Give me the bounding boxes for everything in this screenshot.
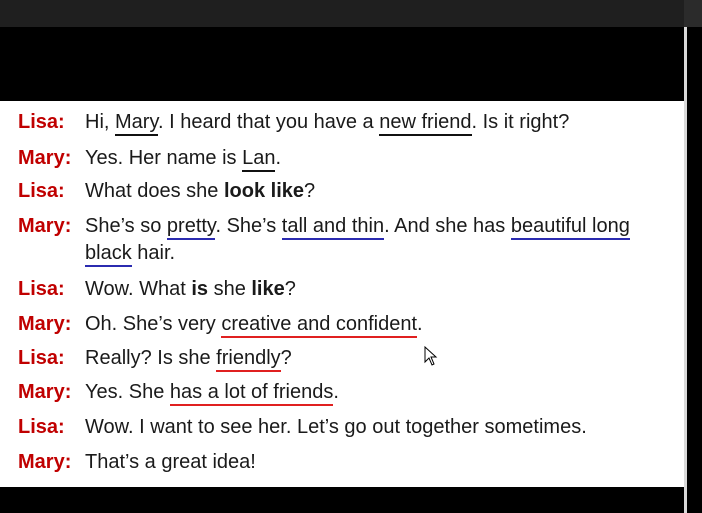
underlined-word: Mary (115, 111, 158, 136)
underlined-phrase: new friend (379, 111, 472, 136)
window-top-bar (0, 0, 702, 27)
mouse-pointer-icon (424, 346, 438, 366)
dialogue-slide: Lisa: Hi, Mary. I heard that you have a … (0, 101, 684, 487)
text-segment: Yes. She (85, 381, 170, 403)
text-segment: Oh. She’s very (85, 313, 222, 335)
speaker-label: Lisa: (18, 111, 65, 133)
bold-word: is (191, 278, 209, 300)
dialogue-text: Yes. Her name is Lan. (85, 141, 281, 175)
underlined-word: Lan (242, 147, 276, 172)
text-segment: What does she (85, 180, 224, 202)
text-segment: Yes. Her name is (85, 147, 243, 169)
dialogue-text: Yes. She has a lot of friends. (85, 375, 339, 409)
dialogue-text: Wow. I want to see her. Let’s go out tog… (85, 410, 587, 444)
text-segment: . (417, 313, 423, 335)
text-segment: . She’s (215, 215, 282, 237)
text-segment: Really? Is she (85, 347, 217, 369)
dialogue-text: Wow. What is she like? (85, 272, 296, 306)
speaker-label: Lisa: (18, 347, 65, 369)
speaker-label: Lisa: (18, 278, 65, 300)
speaker-label: Mary: (18, 313, 72, 335)
right-edge-divider (684, 27, 687, 513)
dialogue-text: Hi, Mary. I heard that you have a new fr… (85, 105, 569, 139)
underlined-phrase: beautiful long (510, 215, 630, 240)
text-segment: Hi, (85, 111, 115, 133)
speaker-label: Mary: (18, 451, 72, 473)
speaker-label: Mary: (18, 147, 72, 169)
speaker-label: Lisa: (18, 180, 65, 202)
text-segment: Wow. I want to see her. Let’s go out tog… (85, 416, 587, 438)
dialogue-text: What does she look like? (85, 174, 315, 208)
slide-bottom-letterbox (0, 487, 684, 513)
text-segment: hair. (131, 242, 176, 264)
underlined-word: friendly (216, 347, 281, 372)
text-segment: That’s a great idea! (85, 451, 256, 473)
text-segment: ? (284, 278, 296, 300)
underlined-word: black (85, 242, 132, 267)
dialogue-text: Oh. She’s very creative and confident. (85, 307, 423, 341)
dialogue-text: That’s a great idea! (85, 445, 256, 479)
speaker-label: Mary: (18, 381, 72, 403)
text-segment: . Is it right? (471, 111, 570, 133)
text-segment: . I heard that you have a (157, 111, 380, 133)
underlined-phrase: tall and thin (281, 215, 385, 240)
dialogue-text: Really? Is she friendly? (85, 341, 292, 375)
text-segment: . (275, 147, 282, 169)
right-scroll-edge (684, 27, 702, 513)
text-segment: . And she has (384, 215, 511, 237)
text-segment: ? (280, 347, 292, 369)
text-segment: Wow. What (85, 278, 192, 300)
text-segment: ? (304, 180, 316, 202)
text-segment: . (333, 381, 339, 403)
slide-top-letterbox (0, 27, 684, 101)
text-segment: she (208, 278, 252, 300)
dialogue-text: black hair. (85, 236, 175, 270)
speaker-label: Lisa: (18, 416, 65, 438)
text-segment: She’s so (85, 215, 167, 237)
underlined-phrase: has a lot of friends (169, 381, 334, 406)
underlined-phrase: creative and confident (221, 313, 418, 338)
bold-phrase: look like (223, 180, 304, 202)
speaker-label: Mary: (18, 215, 72, 237)
bold-word: like (251, 278, 285, 300)
window-top-bar-edge (684, 0, 702, 27)
